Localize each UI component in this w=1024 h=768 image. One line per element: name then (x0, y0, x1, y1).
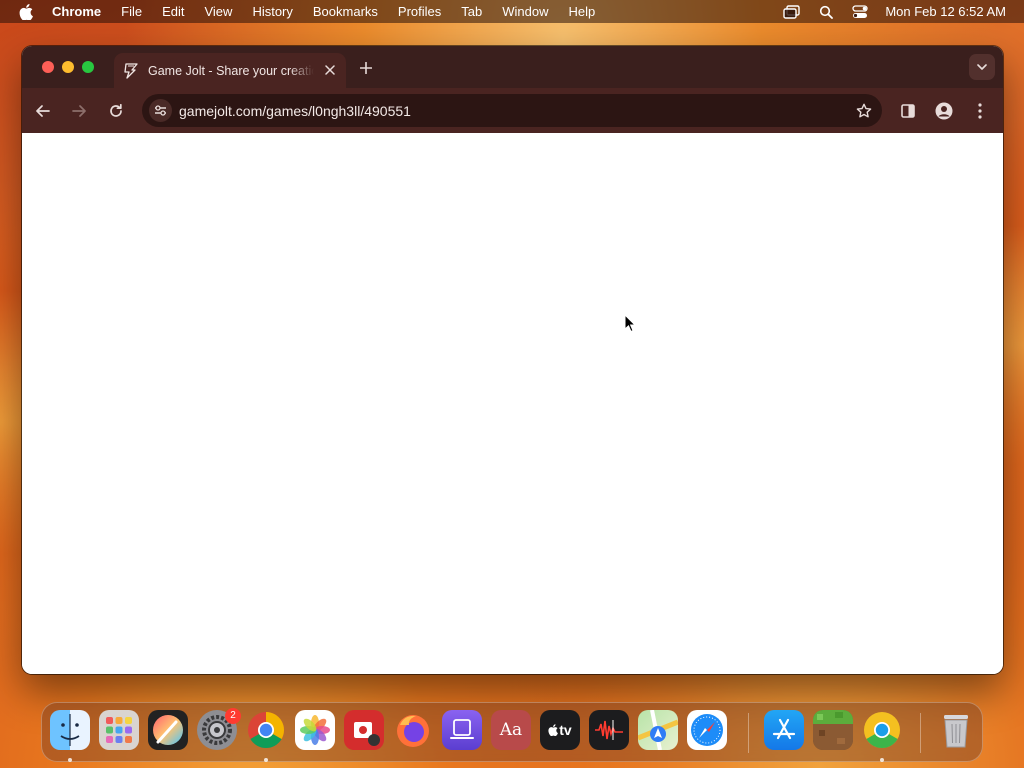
apple-tv-icon[interactable]: tv (540, 710, 580, 750)
simulator-icon[interactable] (442, 710, 482, 750)
spotlight-search-icon[interactable] (817, 5, 835, 19)
menu-bar-clock[interactable]: Mon Feb 12 6:52 AM (885, 4, 1006, 19)
photos-icon[interactable] (295, 710, 335, 750)
tab-title: Game Jolt - Share your creations (148, 63, 314, 78)
menu-profiles[interactable]: Profiles (398, 4, 441, 19)
new-tab-plus-icon[interactable] (356, 58, 376, 78)
window-minimize-button[interactable] (62, 61, 74, 73)
control-center-icon[interactable] (851, 4, 869, 19)
apple-tv-label: tv (559, 722, 572, 738)
menu-bar: Chrome File Edit View History Bookmarks … (0, 0, 1024, 23)
page-content-blank[interactable] (22, 133, 1003, 674)
chrome-icon[interactable] (246, 710, 286, 750)
tab-active[interactable]: Game Jolt - Share your creations (114, 53, 346, 88)
dock: 2 Aa tv (41, 702, 983, 762)
trash-icon[interactable] (936, 710, 976, 750)
dock-separator (748, 713, 749, 753)
site-info-tune-icon[interactable] (149, 99, 172, 122)
dock-running-indicator (264, 758, 268, 762)
launchpad-icon[interactable] (99, 710, 139, 750)
pixelmator-icon[interactable] (148, 710, 188, 750)
back-arrow-icon[interactable] (31, 99, 55, 123)
mouse-cursor-icon (624, 314, 636, 333)
menu-app-name[interactable]: Chrome (52, 4, 101, 19)
safari-icon[interactable] (687, 710, 727, 750)
window-zoom-button[interactable] (82, 61, 94, 73)
game-jolt-bolt-icon (122, 62, 140, 80)
minecraft-icon[interactable] (813, 710, 853, 750)
menu-view[interactable]: View (204, 4, 232, 19)
forward-arrow-icon[interactable] (67, 99, 91, 123)
menu-tab[interactable]: Tab (461, 4, 482, 19)
address-bar-url[interactable]: gamejolt.com/games/l0ngh3ll/490551 (179, 103, 411, 119)
app-store-icon[interactable] (764, 710, 804, 750)
reload-icon[interactable] (104, 99, 128, 123)
maps-icon[interactable] (638, 710, 678, 750)
dock-running-indicator (880, 758, 884, 762)
menu-history[interactable]: History (252, 4, 292, 19)
dock-running-indicator (68, 758, 72, 762)
menu-help[interactable]: Help (569, 4, 596, 19)
system-settings-badge: 2 (225, 708, 241, 724)
menu-edit[interactable]: Edit (162, 4, 184, 19)
photo-booth-icon[interactable] (344, 710, 384, 750)
window-close-button[interactable] (42, 61, 54, 73)
dictionary-label: Aa (499, 720, 523, 740)
apple-menu-icon[interactable] (18, 3, 34, 20)
bookmark-star-icon[interactable] (854, 101, 874, 121)
more-menu-kebab-icon[interactable] (968, 99, 992, 123)
voice-memos-icon[interactable] (589, 710, 629, 750)
finder-icon[interactable] (50, 710, 90, 750)
firefox-icon[interactable] (393, 710, 433, 750)
address-bar[interactable]: gamejolt.com/games/l0ngh3ll/490551 (142, 94, 882, 127)
tab-search-chevron-down-icon[interactable] (969, 54, 995, 80)
profile-avatar-icon[interactable] (932, 99, 956, 123)
browser-toolbar: gamejolt.com/games/l0ngh3ll/490551 (22, 88, 1003, 133)
menu-bookmarks[interactable]: Bookmarks (313, 4, 378, 19)
menu-file[interactable]: File (121, 4, 142, 19)
menu-bar-status: Mon Feb 12 6:52 AM (783, 0, 1006, 23)
side-panel-icon[interactable] (896, 99, 920, 123)
menu-window[interactable]: Window (502, 4, 548, 19)
chrome-window: Game Jolt - Share your creations gamejol… (22, 46, 1003, 674)
tab-close-icon[interactable] (322, 62, 338, 78)
chrome-canary-icon[interactable] (862, 710, 902, 750)
screen-mirroring-icon[interactable] (783, 4, 801, 19)
dock-separator (920, 713, 921, 753)
dictionary-icon[interactable]: Aa (491, 710, 531, 750)
tab-strip: Game Jolt - Share your creations (22, 46, 1003, 88)
